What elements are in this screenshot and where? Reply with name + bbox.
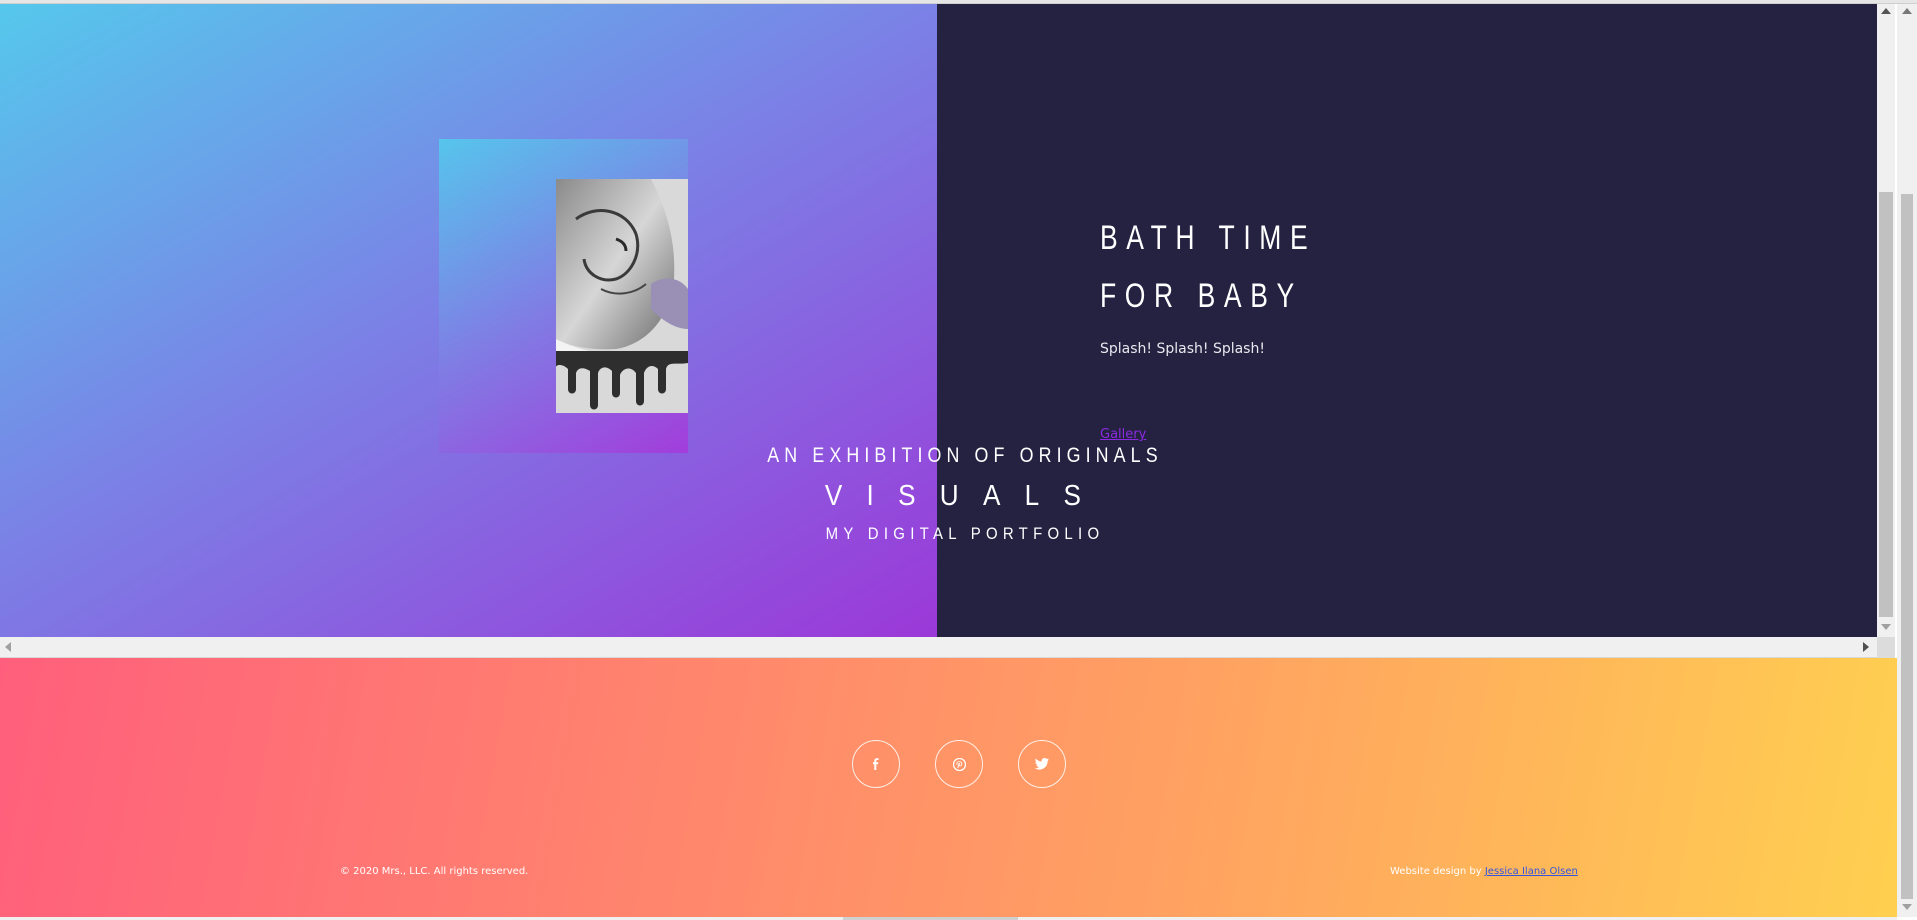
gallery-frame: BATH TIME FOR BABY Splash! Splash! Splas… <box>0 4 1877 637</box>
artwork-title: BATH TIME FOR BABY <box>1100 219 1317 315</box>
hero-subtitle: MY DIGITAL PORTFOLIO <box>825 524 1105 543</box>
artwork-subtitle: Splash! Splash! Splash! <box>1100 341 1265 357</box>
artwork-illustration <box>556 179 688 413</box>
hero-title: VISUALS <box>824 480 1106 512</box>
facebook-button[interactable] <box>852 740 900 788</box>
twitter-button[interactable] <box>1018 740 1066 788</box>
scroll-left-arrow-icon[interactable] <box>5 642 11 652</box>
site-footer: © 2020 Mrs., LLC. All rights reserved. W… <box>0 658 1897 917</box>
design-credit: Website design by Jessica Ilana Olsen <box>1390 866 1578 877</box>
hero-tagline: AN EXHIBITION OF ORIGINALS <box>767 444 1163 467</box>
copyright-text: © 2020 Mrs., LLC. All rights reserved. <box>340 866 529 877</box>
artwork-frame <box>439 139 688 453</box>
pinterest-button[interactable] <box>935 740 983 788</box>
scroll-up-arrow-icon[interactable] <box>1881 8 1891 14</box>
frame-vertical-scrollbar[interactable] <box>1877 4 1895 637</box>
scroll-down-arrow-icon[interactable] <box>1881 624 1891 630</box>
gallery-link[interactable]: Gallery <box>1100 427 1146 442</box>
page-vertical-scrollbar[interactable] <box>1897 4 1917 917</box>
frame-horizontal-scrollbar[interactable] <box>0 637 1877 658</box>
scroll-right-arrow-icon[interactable] <box>1863 642 1869 652</box>
designer-link[interactable]: Jessica Ilana Olsen <box>1485 866 1578 877</box>
page-scrollbar-thumb[interactable] <box>1901 194 1913 899</box>
scrollbar-thumb[interactable] <box>1879 192 1893 617</box>
credit-prefix: Website design by <box>1390 866 1482 877</box>
facebook-icon <box>873 758 879 770</box>
page-scroll-up-arrow-icon[interactable] <box>1902 8 1912 14</box>
artwork-image[interactable] <box>556 179 688 413</box>
pinterest-icon <box>952 757 966 771</box>
scrollbar-corner <box>1877 637 1895 658</box>
page-scroll-down-arrow-icon[interactable] <box>1902 904 1912 910</box>
twitter-icon <box>1035 758 1049 770</box>
